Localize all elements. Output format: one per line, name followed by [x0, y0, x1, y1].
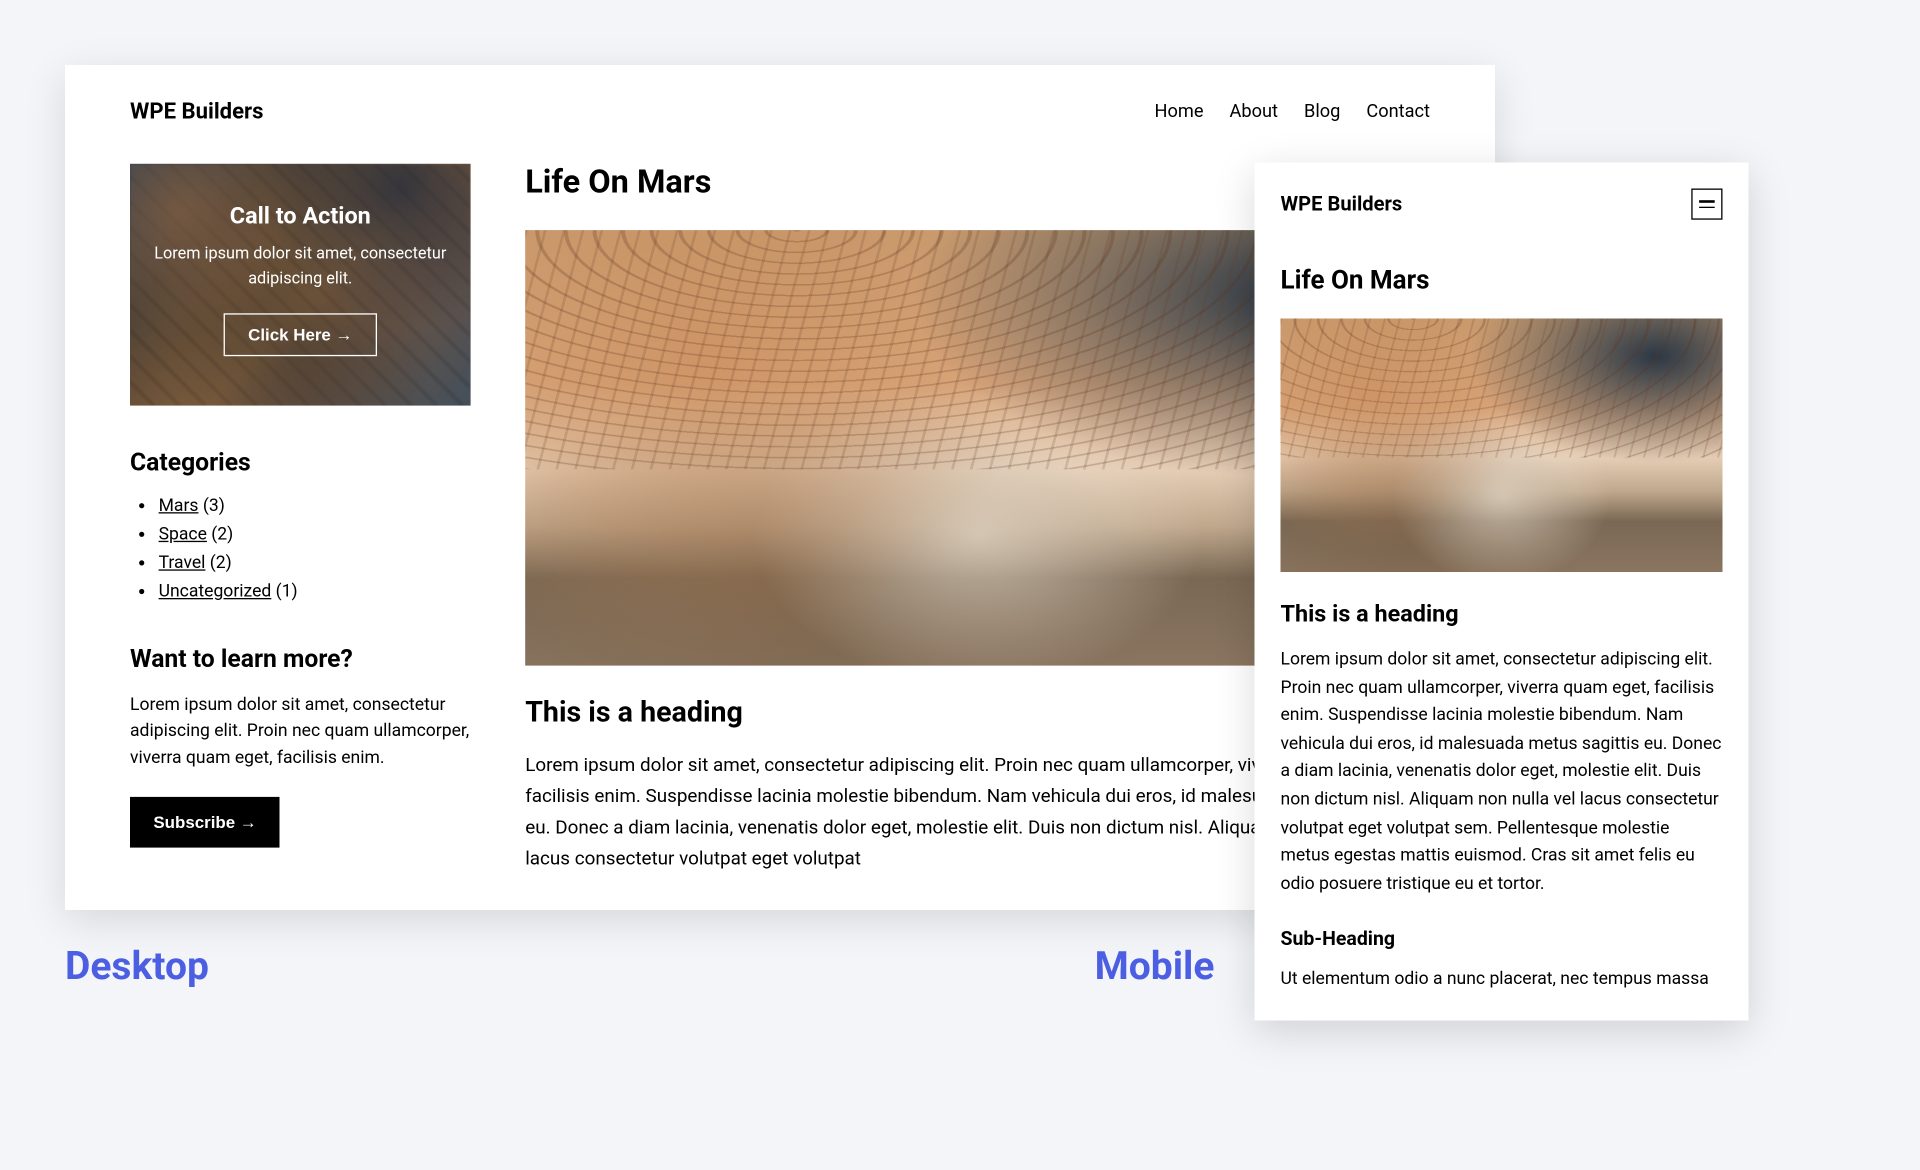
category-link-space[interactable]: Space — [159, 524, 207, 545]
nav-link-blog[interactable]: Blog — [1304, 101, 1340, 122]
nav-link-about[interactable]: About — [1230, 101, 1278, 122]
hamburger-icon — [1699, 206, 1715, 208]
category-link-travel[interactable]: Travel — [159, 553, 206, 574]
learn-more-description: Lorem ipsum dolor sit amet, consectetur … — [130, 692, 471, 771]
mobile-article-body: Lorem ipsum dolor sit amet, consectetur … — [1281, 646, 1723, 899]
categories-heading: Categories — [130, 447, 471, 477]
mobile-article-subheading: Sub-Heading — [1281, 927, 1723, 950]
mobile-article-body2: Ut elementum odio a nunc placerat, nec t… — [1281, 966, 1723, 994]
nav-link-contact[interactable]: Contact — [1366, 101, 1430, 122]
cta-title: Call to Action — [153, 203, 447, 230]
label-desktop: Desktop — [65, 944, 209, 990]
learn-more-heading: Want to learn more? — [130, 644, 471, 674]
nav-link-home[interactable]: Home — [1155, 101, 1204, 122]
mobile-preview-frame: WPE Builders Life On Mars This is a head… — [1255, 163, 1749, 1021]
categories-list: Mars (3) Space (2) Travel (2) Uncategori… — [130, 495, 471, 602]
category-count: (1) — [276, 581, 298, 602]
label-mobile: Mobile — [1095, 944, 1215, 990]
category-item: Mars (3) — [159, 495, 471, 516]
category-item: Space (2) — [159, 524, 471, 545]
category-count: (3) — [203, 495, 225, 516]
mobile-article-heading: This is a heading — [1281, 601, 1723, 628]
cta-description: Lorem ipsum dolor sit amet, consectetur … — [153, 243, 447, 292]
hamburger-menu-button[interactable] — [1691, 189, 1722, 220]
mobile-article-hero-image — [1281, 319, 1723, 573]
category-link-uncategorized[interactable]: Uncategorized — [159, 581, 272, 602]
category-item: Uncategorized (1) — [159, 581, 471, 602]
category-count: (2) — [211, 524, 233, 545]
mobile-header: WPE Builders — [1281, 189, 1723, 220]
site-brand[interactable]: WPE Builders — [130, 99, 264, 125]
category-link-mars[interactable]: Mars — [159, 495, 199, 516]
category-item: Travel (2) — [159, 553, 471, 574]
mobile-site-brand[interactable]: WPE Builders — [1281, 192, 1403, 215]
category-count: (2) — [210, 553, 232, 574]
subscribe-button[interactable]: Subscribe → — [130, 797, 280, 848]
primary-nav: Home About Blog Contact — [1155, 101, 1430, 122]
sidebar: Call to Action Lorem ipsum dolor sit ame… — [130, 164, 471, 875]
hamburger-icon — [1699, 200, 1715, 202]
cta-button[interactable]: Click Here → — [223, 313, 377, 356]
cta-box: Call to Action Lorem ipsum dolor sit ame… — [130, 164, 471, 406]
mobile-article-title: Life On Mars — [1281, 264, 1723, 295]
desktop-header: WPE Builders Home About Blog Contact — [65, 65, 1495, 138]
